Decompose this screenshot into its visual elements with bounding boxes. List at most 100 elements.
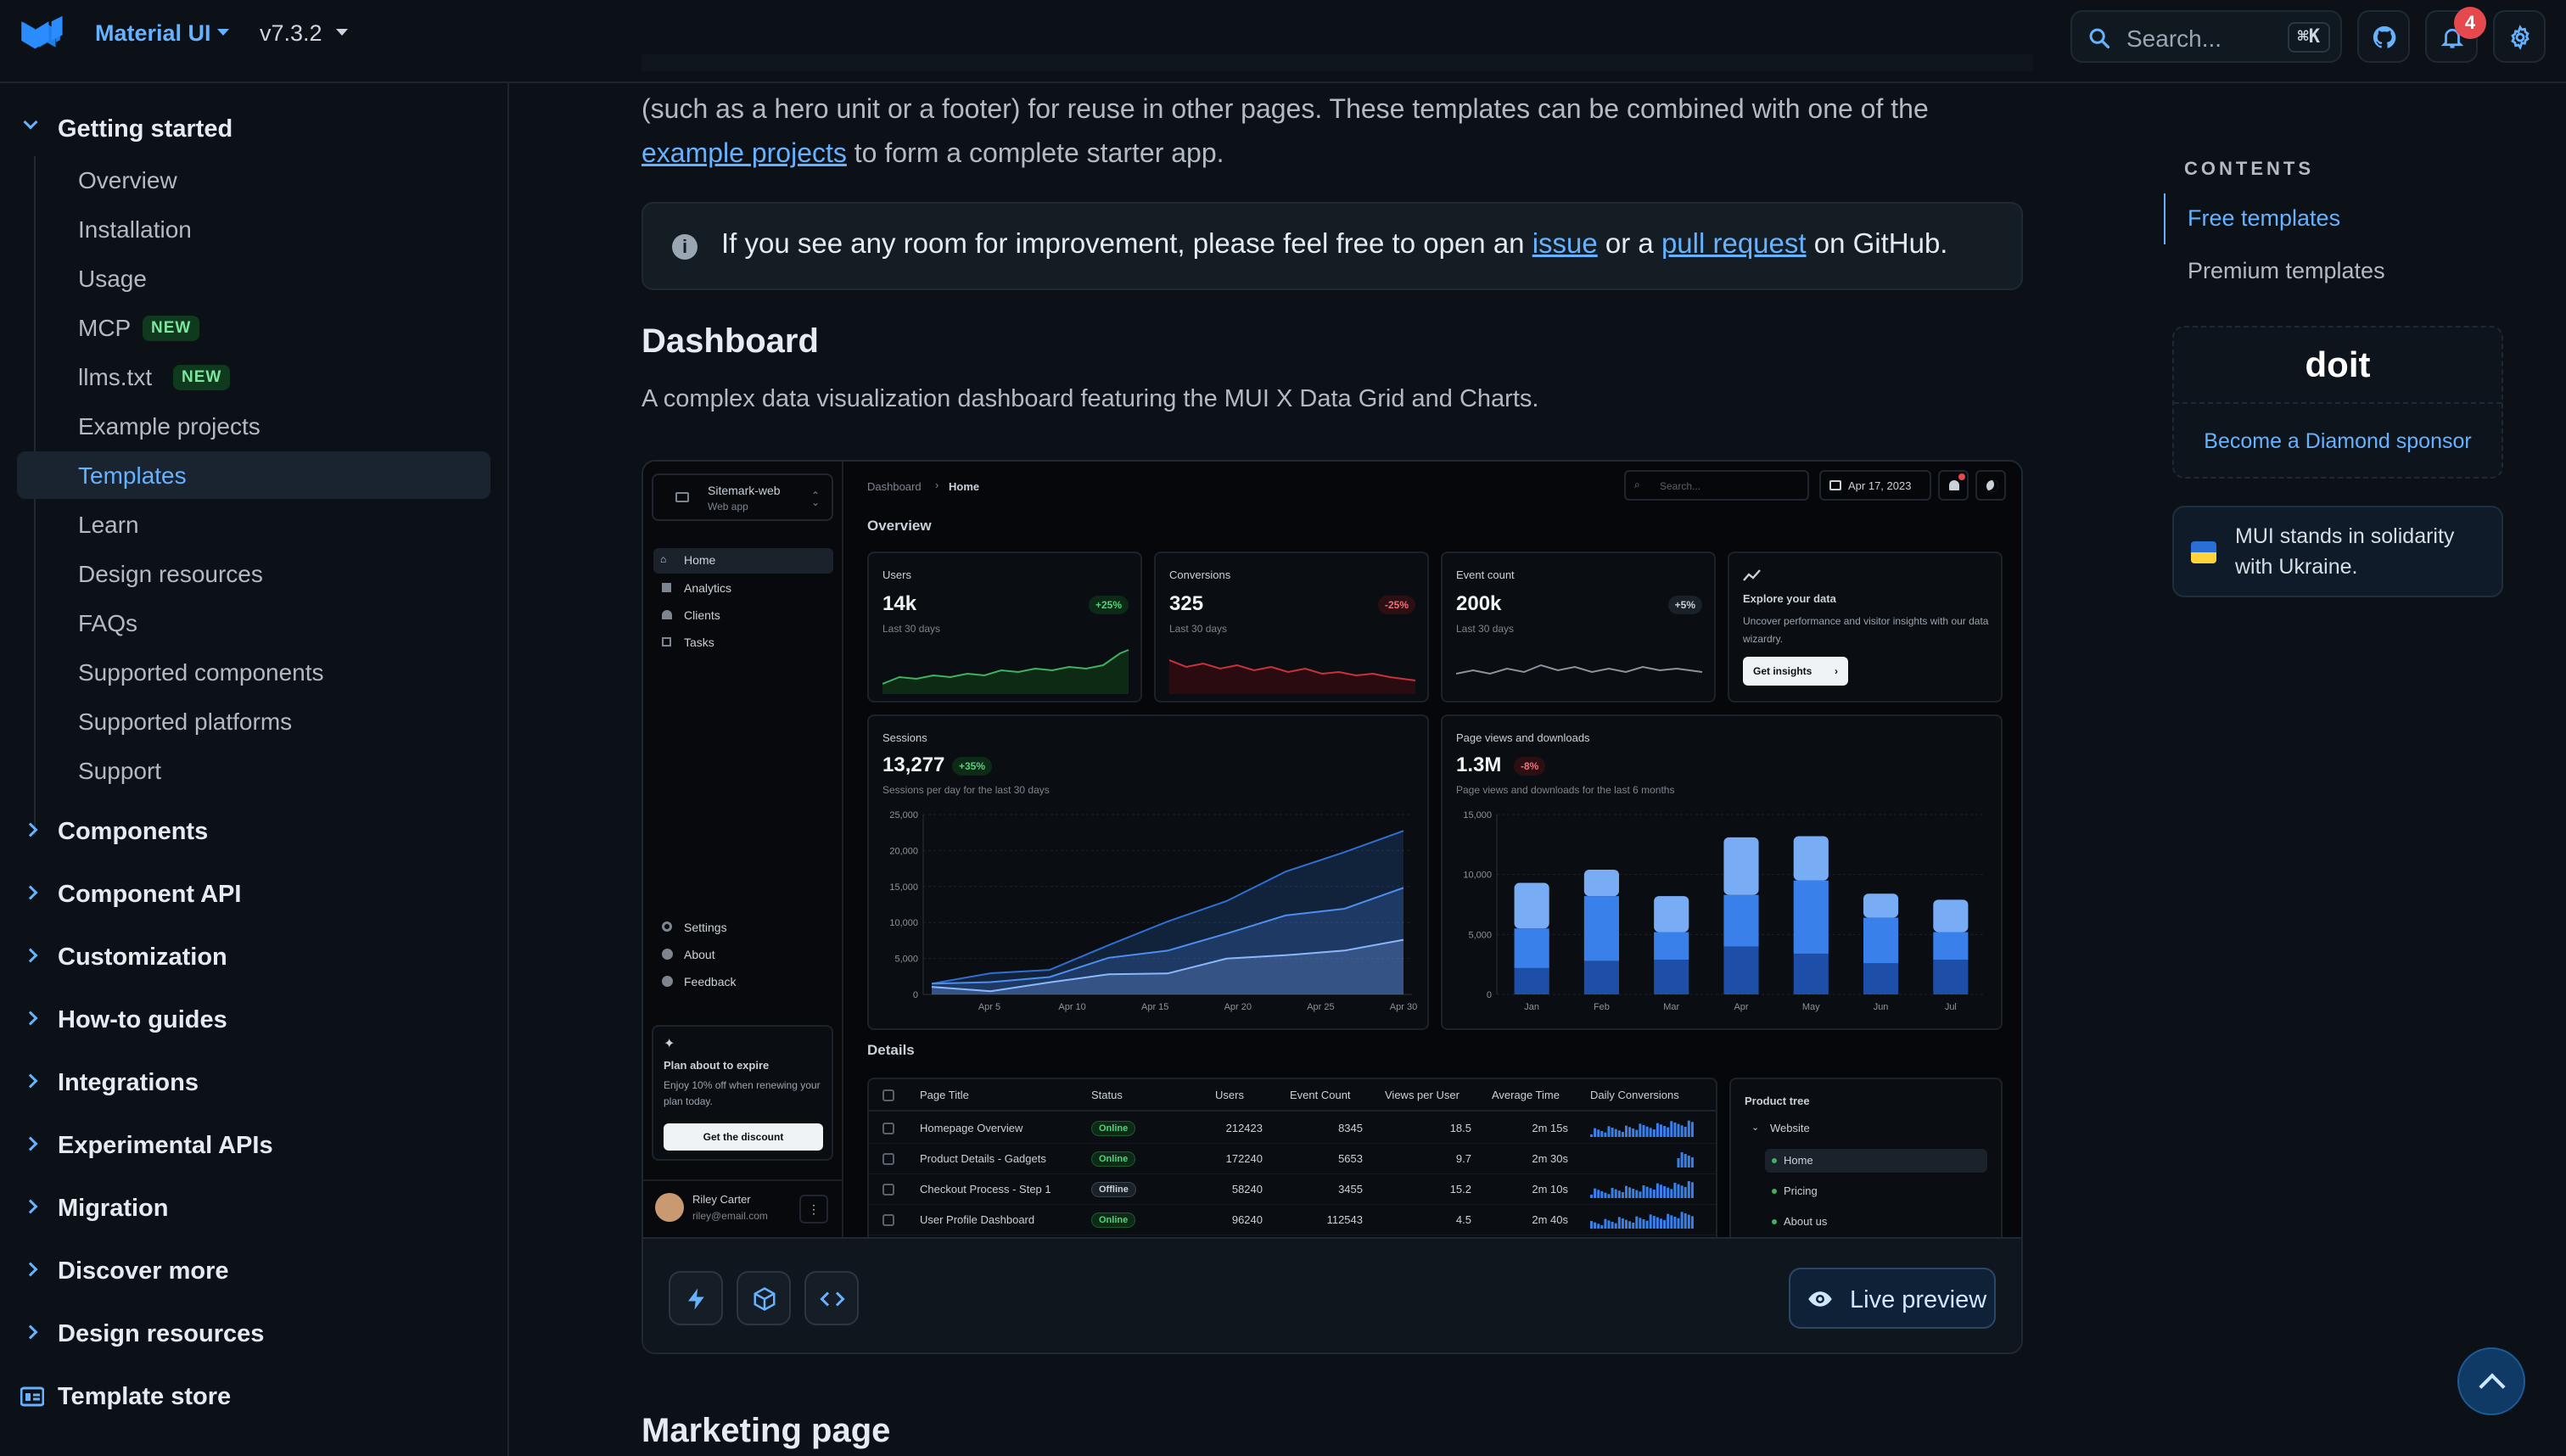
table-row[interactable]: Homepage Overview Online 212423 8345 18.5 2m … [869, 1113, 1716, 1144]
mui-logo-icon[interactable] [19, 14, 68, 59]
scroll-to-top-button[interactable] [2457, 1347, 2525, 1415]
demo-nav-clients[interactable]: Clients [653, 602, 833, 628]
new-badge: NEW [143, 316, 200, 341]
sidebar-section-label: Template store [58, 1383, 232, 1410]
search-button[interactable]: Search... ⌘K [2070, 10, 2342, 63]
github-icon [2373, 25, 2396, 48]
sidebar-item-supported-platforms[interactable]: Supported platforms [17, 697, 490, 745]
status-badge: Offline [1091, 1182, 1136, 1197]
row-checkbox[interactable] [882, 1184, 894, 1196]
get-insights-button[interactable]: Get insights › [1743, 657, 1848, 686]
doit-logo-text: doit [2305, 344, 2371, 384]
stat-subtitle: Last 30 days [882, 623, 941, 635]
tree-item-label: About us [1784, 1215, 1828, 1228]
row-checkbox[interactable] [882, 1214, 894, 1226]
chevron-right-icon [23, 1324, 38, 1340]
sidebar-item-installation[interactable]: Installation [17, 205, 490, 253]
sidebar-item-support[interactable]: Support [17, 747, 490, 794]
column-header[interactable]: Event Count [1290, 1089, 1351, 1101]
spark-bar [1628, 1187, 1632, 1198]
spark-bar [1617, 1190, 1621, 1198]
more-vert-icon[interactable]: ⋮ [799, 1195, 828, 1224]
brand-name[interactable]: Material UI [95, 20, 211, 47]
demo-notifications-button[interactable] [1938, 470, 1969, 501]
sidebar-section-discover-more[interactable]: Discover more [0, 1246, 509, 1296]
sidebar-item-design-resources[interactable]: Design resources [17, 550, 490, 597]
row-checkbox[interactable] [882, 1153, 894, 1165]
spark-bar [1667, 1213, 1670, 1229]
sidebar-section-component-api[interactable]: Component API [0, 869, 509, 920]
column-header[interactable]: Page Title [920, 1089, 969, 1101]
demo-nav-about[interactable]: About [653, 942, 833, 967]
view-source-button[interactable] [804, 1271, 859, 1325]
demo-nav-home[interactable]: ⌂ Home [653, 548, 833, 574]
sidebar-item-llms-txt[interactable]: llms.txt NEW [17, 353, 490, 400]
issue-link[interactable]: issue [1532, 227, 1598, 259]
spark-bar [1625, 1219, 1628, 1229]
sidebar-item-template-store[interactable]: Template store [0, 1371, 509, 1422]
get-discount-button[interactable]: Get the discount [664, 1123, 823, 1151]
tree-item-home[interactable]: Home [1765, 1149, 1987, 1173]
stat-title: Event count [1456, 568, 1515, 581]
demo-breadcrumb-dashboard[interactable]: Dashboard [867, 480, 922, 493]
column-header[interactable]: Daily Conversions [1590, 1089, 1679, 1101]
row-checkbox[interactable] [882, 1123, 894, 1134]
tree-item-website[interactable]: Website [1770, 1122, 1810, 1134]
notifications-button[interactable]: 4 [2425, 7, 2486, 63]
column-header[interactable]: Average Time [1492, 1089, 1560, 1101]
sidebar-section-how-to-guides[interactable]: How-to guides [0, 994, 509, 1045]
toc-link-free-templates[interactable]: Free templates [2188, 205, 2340, 232]
spark-bar [1621, 1192, 1624, 1198]
sidebar-section-migration[interactable]: Migration [0, 1183, 509, 1234]
table-row[interactable]: User Profile Dashboard Online 96240 112543 4… [869, 1205, 1716, 1235]
column-header[interactable]: Status [1091, 1089, 1123, 1101]
demo-nav-analytics[interactable]: Analytics [653, 575, 833, 601]
spark-bar [1680, 1152, 1684, 1168]
sidebar-section-customization[interactable]: Customization [0, 932, 509, 983]
tree-item-about-us[interactable]: About us [1765, 1210, 1987, 1234]
sidebar-section-design-resources[interactable]: Design resources [0, 1308, 509, 1359]
version-caret-icon[interactable] [336, 29, 348, 36]
example-projects-link[interactable]: example projects [642, 137, 847, 168]
column-header[interactable]: Users [1215, 1089, 1244, 1101]
open-in-sandbox-button[interactable] [737, 1271, 791, 1325]
sponsor-card[interactable]: doit Become a Diamond sponsor [2172, 326, 2503, 479]
ukraine-banner[interactable]: MUI stands in solidarity with Ukraine. [2172, 506, 2503, 597]
sidebar-item-faqs[interactable]: FAQs [17, 599, 490, 647]
sidebar-item-templates[interactable]: Templates [17, 451, 490, 499]
version-selector[interactable]: v7.3.2 [260, 20, 322, 47]
demo-team-select[interactable]: Sitemark-web Web app ⌃ ⌄ [652, 473, 833, 521]
sidebar-section-integrations[interactable]: Integrations [0, 1057, 509, 1108]
sidebar-item-mcp[interactable]: MCP NEW [17, 304, 490, 351]
open-in-bolt-button[interactable] [669, 1271, 723, 1325]
tree-item-pricing[interactable]: Pricing [1765, 1179, 1987, 1203]
demo-theme-toggle[interactable] [1975, 470, 2006, 501]
spark-bar [1660, 1124, 1662, 1137]
sidebar-item-overview[interactable]: Overview [17, 156, 490, 204]
select-all-checkbox[interactable] [882, 1089, 894, 1101]
demo-nav-settings[interactable]: Settings [653, 915, 833, 940]
table-row[interactable]: Checkout Process - Step 1 Offline 58240 345… [869, 1174, 1716, 1205]
brand-caret-icon[interactable] [217, 29, 229, 36]
demo-date-picker[interactable]: Apr 17, 2023 [1819, 470, 1931, 501]
daily-conversions-sparkbar [1590, 1120, 1694, 1137]
sidebar-section-getting-started[interactable]: Getting started [0, 104, 509, 154]
demo-search[interactable]: ⌕ Search... [1624, 470, 1809, 501]
sidebar-section-experimental-apis[interactable]: Experimental APIs [0, 1120, 509, 1171]
spark-bar [1677, 1218, 1680, 1229]
column-header[interactable]: Views per User [1385, 1089, 1459, 1101]
sidebar-section-components[interactable]: Components [0, 806, 509, 857]
demo-nav-feedback[interactable]: Feedback [653, 969, 833, 994]
sidebar-item-learn[interactable]: Learn [17, 501, 490, 548]
toc-link-premium-templates[interactable]: Premium templates [2188, 258, 2385, 284]
pull-request-link[interactable]: pull request [1661, 227, 1807, 259]
table-row[interactable]: Product Details - Gadgets Online 172240 565… [869, 1144, 1716, 1174]
settings-button[interactable] [2493, 10, 2546, 63]
sidebar-item-example-projects[interactable]: Example projects [17, 402, 490, 450]
sidebar-item-supported-components[interactable]: Supported components [17, 648, 490, 696]
demo-nav-tasks[interactable]: Tasks [653, 630, 833, 655]
github-button[interactable] [2357, 10, 2410, 63]
become-sponsor-link[interactable]: Become a Diamond sponsor [2174, 429, 2502, 454]
sidebar-item-usage[interactable]: Usage [17, 255, 490, 302]
live-preview-button[interactable]: Live preview [1789, 1268, 1996, 1329]
